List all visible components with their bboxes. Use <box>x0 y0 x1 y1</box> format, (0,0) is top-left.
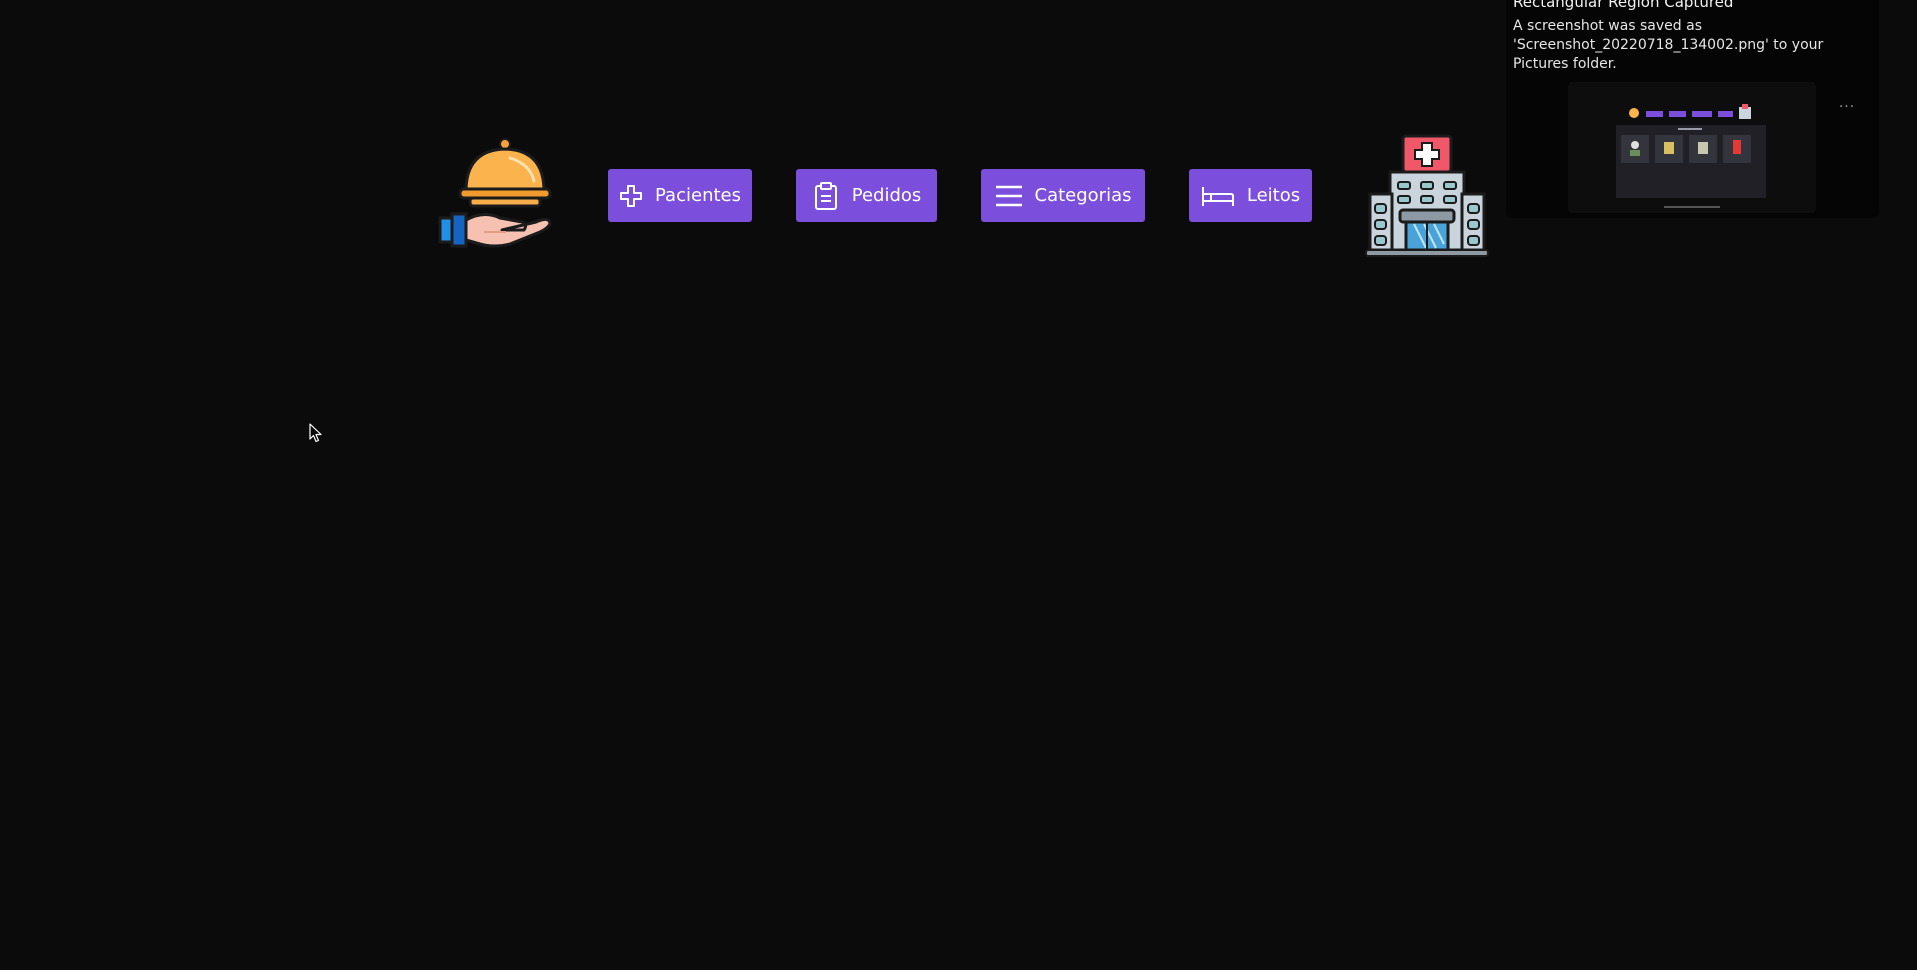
leitos-label: Leitos <box>1246 185 1301 206</box>
pacientes-button[interactable]: Pacientes <box>608 169 752 222</box>
categorias-button[interactable]: Categorias <box>981 169 1145 222</box>
hospital-logo-icon[interactable] <box>1364 132 1490 258</box>
mouse-cursor-icon <box>309 423 323 443</box>
plus-icon <box>619 182 643 210</box>
pedidos-button[interactable]: Pedidos <box>796 169 937 222</box>
thumbnail-image <box>1616 104 1766 208</box>
app-page: Pacientes Pedidos Categorias Leitos Rect… <box>0 0 1917 970</box>
notification-body: A screenshot was saved as 'Screenshot_20… <box>1513 18 1824 72</box>
food-service-logo-icon[interactable] <box>436 136 554 256</box>
pacientes-label: Pacientes <box>655 185 741 206</box>
categorias-label: Categorias <box>1034 185 1132 206</box>
leitos-button[interactable]: Leitos <box>1189 169 1312 222</box>
menu-icon <box>995 182 1023 210</box>
notification-title: Rectangular Region Captured <box>1513 0 1734 11</box>
screenshot-notification[interactable]: Rectangular Region Captured A screenshot… <box>1506 0 1879 218</box>
food-service-icon <box>438 138 552 248</box>
clipboard-icon <box>812 181 840 210</box>
notification-menu-button[interactable]: ... <box>1836 96 1858 110</box>
bed-icon <box>1201 182 1235 210</box>
pedidos-label: Pedidos <box>851 185 922 206</box>
hospital-icon <box>1365 134 1489 257</box>
screenshot-thumbnail[interactable] <box>1568 82 1816 213</box>
